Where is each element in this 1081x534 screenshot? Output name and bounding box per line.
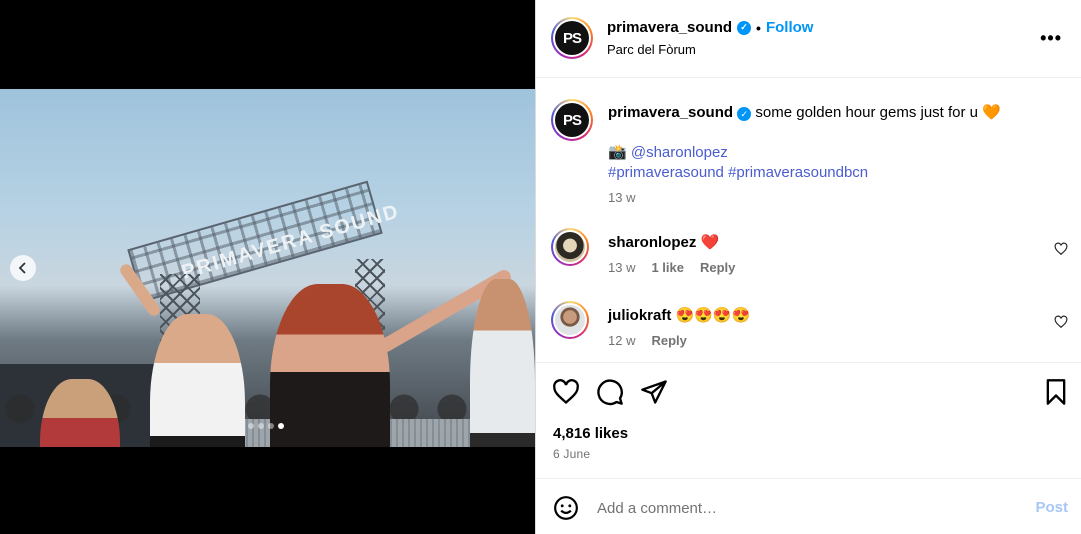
reply-button[interactable]: Reply: [700, 260, 735, 275]
comments-section: PS primavera_sound ✓ some golden hour ge…: [536, 78, 1081, 363]
avatar[interactable]: PS: [551, 17, 593, 59]
carousel-dot: [268, 423, 274, 429]
person-figure: [270, 284, 390, 447]
comment-text: 😍😍😍😍: [675, 307, 751, 324]
hashtag-links[interactable]: #primaverasound #primaverasoundbcn: [608, 164, 868, 181]
caption: primavera_sound ✓ some golden hour gems …: [608, 103, 1063, 208]
carousel-indicator: [248, 423, 284, 429]
carousel-dot-active: [278, 423, 284, 429]
comment-text: ❤️: [700, 234, 720, 251]
comment-timestamp: 13 w: [608, 260, 636, 275]
person-figure: [150, 314, 245, 447]
person-figure: [470, 279, 535, 447]
comment-item: juliokraft 😍😍😍😍 12 w Reply: [608, 306, 1048, 348]
camera-emoji: 📸: [608, 144, 627, 161]
caption-text: some golden hour gems just for u 🧡: [755, 104, 1001, 121]
share-icon[interactable]: [640, 378, 668, 406]
verified-badge-icon: ✓: [737, 107, 752, 121]
post-header: PS primavera_sound ✓ • Follow Parc del F…: [536, 0, 1081, 78]
comment-username[interactable]: sharonlopez: [608, 234, 696, 251]
previous-photo-button[interactable]: [10, 255, 36, 281]
comment-input[interactable]: [597, 495, 997, 521]
add-comment-bar: Post: [536, 478, 1081, 534]
location-link[interactable]: Parc del Fòrum: [607, 42, 696, 57]
media-area: PRIMAVERA SOUND: [0, 0, 535, 534]
like-comment-heart-icon[interactable]: [1054, 242, 1068, 256]
heart-icon[interactable]: [552, 378, 580, 406]
post-photo[interactable]: PRIMAVERA SOUND: [0, 89, 535, 447]
action-bar: [536, 378, 1081, 410]
post-date: 6 June: [553, 447, 591, 461]
username-link[interactable]: primavera_sound: [607, 19, 732, 36]
bookmark-icon[interactable]: [1042, 378, 1070, 406]
mention-link[interactable]: @sharonlopez: [631, 144, 728, 161]
caption-username[interactable]: primavera_sound: [608, 104, 733, 121]
caption-timestamp: 13 w: [608, 190, 636, 205]
like-comment-heart-icon[interactable]: [1054, 315, 1068, 329]
avatar[interactable]: [551, 228, 589, 266]
separator: •: [756, 19, 761, 36]
follow-button[interactable]: Follow: [766, 19, 814, 36]
comment-username[interactable]: juliokraft: [608, 307, 671, 324]
carousel-dot: [258, 423, 264, 429]
verified-badge-icon: ✓: [737, 20, 752, 35]
comment-item: sharonlopez ❤️ 13 w 1 like Reply: [608, 233, 1048, 275]
likes-count[interactable]: 4,816 likes: [553, 425, 628, 442]
post-details-panel: PS primavera_sound ✓ • Follow Parc del F…: [535, 0, 1081, 534]
avatar[interactable]: [551, 301, 589, 339]
chevron-left-icon: [18, 262, 26, 274]
comment-timestamp: 12 w: [608, 333, 636, 348]
avatar[interactable]: PS: [551, 99, 593, 141]
comment-icon[interactable]: [596, 378, 624, 406]
user-photo: [555, 232, 585, 262]
instagram-post-modal: PRIMAVERA SOUND PS primavera_sound ✓ • F…: [0, 0, 1081, 534]
profile-logo: PS: [555, 103, 589, 137]
user-photo: [555, 305, 585, 335]
profile-logo: PS: [555, 21, 589, 55]
carousel-dot: [248, 423, 254, 429]
post-button[interactable]: Post: [1035, 499, 1068, 516]
emoji-icon[interactable]: [553, 495, 579, 521]
header-user-row: primavera_sound ✓ • Follow: [607, 19, 813, 36]
comment-likes-link[interactable]: 1 like: [651, 260, 684, 275]
reply-button[interactable]: Reply: [651, 333, 686, 348]
more-options-icon[interactable]: •••: [1040, 28, 1062, 49]
